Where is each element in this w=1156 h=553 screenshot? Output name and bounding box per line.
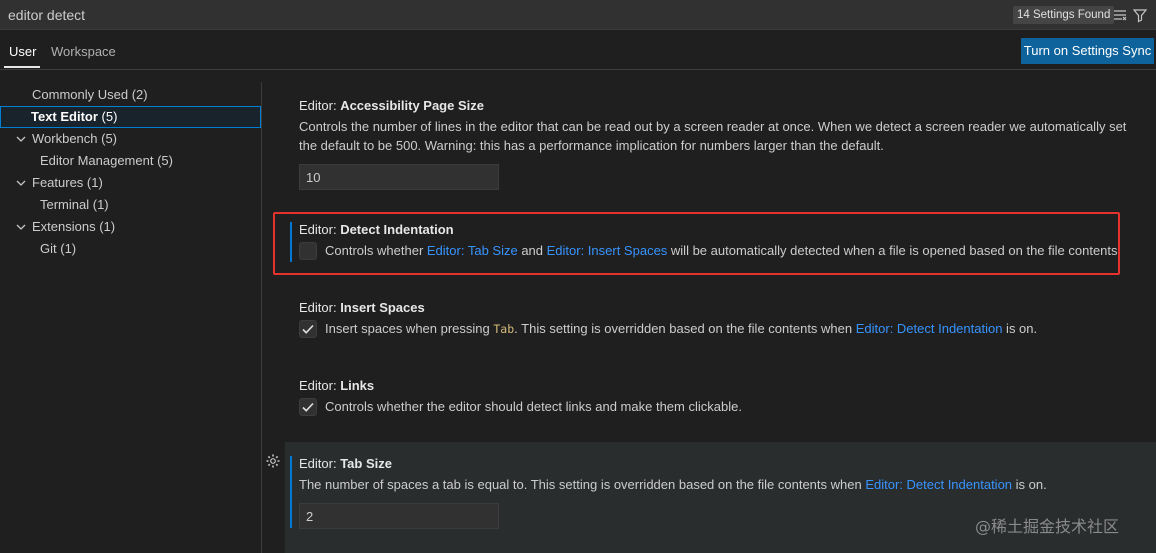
setting-links: Editor: Links Controls whether the edito… <box>285 378 1145 423</box>
toc-item-git[interactable]: Git (1) <box>0 238 261 260</box>
chevron-down-icon[interactable] <box>15 221 27 233</box>
setting-name: Accessibility Page Size <box>340 98 484 113</box>
toc-label: Terminal <box>40 197 90 212</box>
desc-text: . This setting is overridden based on th… <box>514 321 856 336</box>
toc-count: (1) <box>56 241 77 256</box>
links-checkbox[interactable] <box>299 398 317 416</box>
page-size-input[interactable] <box>299 164 499 190</box>
highlight-annotation-box <box>273 212 1120 275</box>
check-icon <box>302 402 314 412</box>
setting-description: Controls whether the editor should detec… <box>325 399 742 414</box>
setting-name: Links <box>340 378 375 393</box>
link-detect-indentation[interactable]: Editor: Detect Indentation <box>865 477 1012 492</box>
link-detect-indentation[interactable]: Editor: Detect Indentation <box>856 321 1003 336</box>
code-tab: Tab <box>493 322 515 336</box>
filter-icon[interactable] <box>1132 7 1148 23</box>
setting-description-line: Controls the number of lines in the edit… <box>299 119 1127 134</box>
toc-label: Features <box>32 175 84 190</box>
tab-size-input[interactable] <box>299 503 499 529</box>
settings-found-badge: 14 Settings Found <box>1013 6 1115 24</box>
toc-item-editor-management[interactable]: Editor Management (5) <box>0 150 261 172</box>
settings-search-input[interactable] <box>0 0 1000 30</box>
toc-count: (1) <box>83 175 103 190</box>
toc-label: Commonly Used <box>32 87 129 102</box>
toc-label: Editor Management <box>40 153 154 168</box>
clear-filter-icon[interactable] <box>1112 7 1128 23</box>
setting-name: Tab Size <box>340 456 392 471</box>
toc-count: (5) <box>97 131 118 146</box>
toc-label: Git <box>40 241 57 256</box>
setting-category: Editor: <box>299 300 341 315</box>
setting-category: Editor: <box>299 456 341 471</box>
setting-description: Insert spaces when pressing Tab. This se… <box>325 319 1037 339</box>
setting-title: Editor: Insert Spaces <box>299 300 425 315</box>
toc-label: Extensions <box>32 219 96 234</box>
toc-label: Workbench <box>32 131 98 146</box>
toc-count: (5) <box>97 109 118 124</box>
toc-item-text-editor[interactable]: Text Editor (5) <box>0 106 261 128</box>
desc-text: is on. <box>1012 477 1047 492</box>
setting-description: The number of spaces a tab is equal to. … <box>299 475 1047 494</box>
settings-toc: Commonly Used (2) Text Editor (5) Workbe… <box>0 80 262 553</box>
settings-search-bar: 14 Settings Found <box>0 0 1156 30</box>
gear-icon[interactable] <box>265 453 281 469</box>
tab-user[interactable]: User <box>9 44 36 59</box>
chevron-down-icon[interactable] <box>15 177 27 189</box>
desc-text: is on. <box>1002 321 1038 336</box>
settings-editor: 14 Settings Found User Workspace Turn on… <box>0 0 1156 553</box>
watermark: @稀土掘金技术社区 <box>975 517 1120 536</box>
setting-title: Editor: Tab Size <box>299 456 392 471</box>
insert-spaces-checkbox[interactable] <box>299 320 317 338</box>
setting-insert-spaces: Editor: Insert Spaces Insert spaces when… <box>285 300 1145 345</box>
setting-category: Editor: <box>299 98 341 113</box>
toc-label: Text Editor <box>31 109 98 124</box>
toc-item-terminal[interactable]: Terminal (1) <box>0 194 261 216</box>
toc-divider <box>261 82 262 553</box>
setting-description-line: the default to be 500. Warning: this has… <box>299 138 884 153</box>
settings-sync-button[interactable]: Turn on Settings Sync <box>1021 38 1154 64</box>
setting-category: Editor: <box>299 378 341 393</box>
setting-title: Editor: Links <box>299 378 374 393</box>
toc-count: (5) <box>153 153 173 168</box>
check-icon <box>302 324 314 334</box>
toc-count: (1) <box>89 197 109 212</box>
settings-scope-tabs: User Workspace <box>0 30 1156 70</box>
toc-item-commonly-used[interactable]: Commonly Used (2) <box>0 84 261 106</box>
chevron-down-icon[interactable] <box>15 133 27 145</box>
desc-text: Insert spaces when pressing <box>325 321 494 336</box>
desc-text: The number of spaces a tab is equal to. … <box>299 477 866 492</box>
setting-title: Editor: Accessibility Page Size <box>299 98 484 113</box>
tab-workspace[interactable]: Workspace <box>51 44 116 59</box>
setting-name: Insert Spaces <box>340 300 425 315</box>
toc-item-workbench[interactable]: Workbench (5) <box>0 128 261 150</box>
toc-item-extensions[interactable]: Extensions (1) <box>0 216 261 238</box>
active-tab-indicator <box>4 66 40 68</box>
setting-description: Controls the number of lines in the edit… <box>299 117 1126 155</box>
toc-count: (1) <box>95 219 116 234</box>
toc-item-features[interactable]: Features (1) <box>0 172 261 194</box>
toc-count: (2) <box>128 87 148 102</box>
setting-accessibility-page-size: Editor: Accessibility Page Size Controls… <box>285 98 1145 193</box>
